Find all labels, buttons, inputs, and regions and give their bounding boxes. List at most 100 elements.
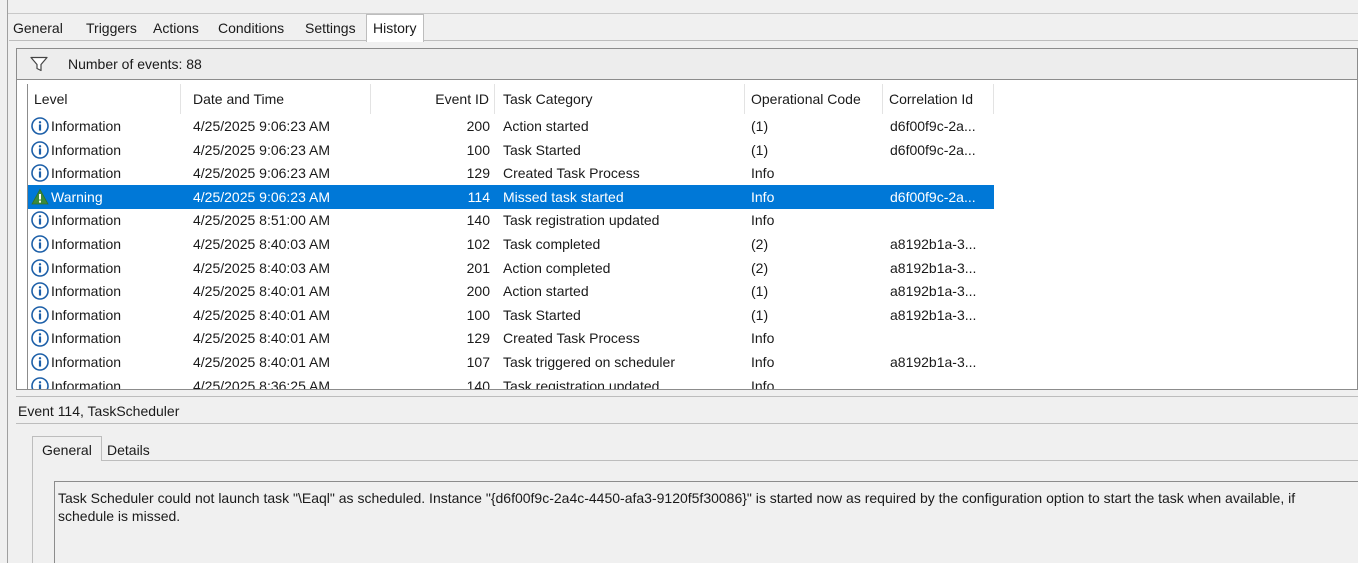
table-row[interactable]: Information 4/25/2025 8:40:01 AM 129 Create… [28, 326, 994, 350]
cell-correlation-id [890, 374, 994, 389]
cell-operational-code: Info [751, 188, 775, 205]
information-icon [31, 140, 49, 159]
column-header-level[interactable]: Level [28, 84, 181, 114]
cell-correlation-id: a8192b1a-3... [890, 259, 977, 276]
table-row[interactable]: Information 4/25/2025 8:40:01 AM 200 Action… [28, 279, 994, 303]
cell-task-category: Action started [503, 283, 589, 300]
column-header-correlation-id[interactable]: Correlation Id [883, 84, 994, 114]
information-icon [31, 305, 49, 324]
cell-date-time: 4/25/2025 9:06:23 AM [193, 118, 330, 134]
event-count-label: Number of events: 88 [68, 56, 202, 72]
cell-correlation-id: a8192b1a-3... [890, 306, 977, 323]
history-panel: Number of events: 88 Level Date and Time… [16, 48, 1358, 390]
table-row[interactable]: Warning 4/25/2025 9:06:23 AM 114 Missed tas… [28, 184, 994, 209]
warning-icon [31, 188, 49, 206]
tab-actions[interactable]: Actions [149, 17, 203, 41]
filter-funnel-icon[interactable] [30, 56, 48, 72]
event-message-text: Task Scheduler could not launch task "\E… [58, 490, 1296, 524]
cell-operational-code: Info [751, 377, 775, 389]
cell-operational-code: (1) [751, 306, 769, 323]
cell-event-id: 129 [466, 330, 490, 347]
event-detail-title: Event 114, TaskScheduler [18, 403, 180, 419]
cell-event-id: 140 [466, 212, 490, 229]
cell-event-id: 200 [466, 118, 490, 134]
table-row[interactable]: Information 4/25/2025 8:36:25 AM 140 Task r… [28, 374, 994, 389]
table-row[interactable]: Information 4/25/2025 9:06:23 AM 100 Task S… [28, 138, 994, 162]
cell-event-id: 107 [466, 354, 490, 370]
cell-date-time: 4/25/2025 8:40:01 AM [193, 354, 330, 370]
tab-general[interactable]: General [9, 17, 67, 41]
cell-event-id: 140 [466, 377, 490, 389]
table-row[interactable]: Information 4/25/2025 8:40:03 AM 102 Task c… [28, 232, 994, 256]
information-icon [31, 211, 49, 230]
window-left-edge [0, 0, 8, 563]
cell-date-time: 4/25/2025 8:36:25 AM [193, 377, 330, 389]
cell-event-id: 201 [466, 259, 490, 276]
column-header-task-category[interactable]: Task Category [495, 84, 745, 114]
cell-task-category: Action completed [503, 259, 611, 276]
table-row[interactable]: Information 4/25/2025 8:40:01 AM 100 Task S… [28, 303, 994, 327]
filter-bar: Number of events: 88 [17, 49, 1357, 80]
cell-event-id: 100 [466, 141, 490, 158]
cell-level: Information [51, 165, 122, 182]
information-icon [31, 353, 49, 371]
event-detail-pane: Task Scheduler could not launch task "\E… [32, 461, 1358, 563]
cell-date-time: 4/25/2025 8:40:03 AM [193, 259, 330, 276]
event-message-box[interactable]: Task Scheduler could not launch task "\E… [54, 481, 1358, 563]
cell-task-category: Task Started [503, 141, 581, 158]
cell-level: Information [51, 354, 122, 370]
event-detail-tabstrip: General Details [32, 436, 1358, 462]
cell-correlation-id [890, 326, 994, 350]
information-icon [31, 164, 49, 182]
properties-tabstrip: General Triggers Actions Conditions Sett… [9, 14, 1358, 42]
table-row[interactable]: Information 4/25/2025 8:51:00 AM 140 Task r… [28, 208, 994, 232]
cell-level: Information [51, 259, 122, 276]
cell-task-category: Task completed [503, 236, 601, 252]
cell-operational-code: Info [751, 212, 775, 229]
table-header: Level Date and Time Event ID Task Catego… [28, 84, 1358, 114]
cell-level: Information [51, 330, 122, 347]
cell-level: Information [51, 306, 122, 323]
information-icon [31, 258, 49, 277]
column-header-event-id[interactable]: Event ID [371, 84, 495, 114]
cell-operational-code: (1) [751, 118, 769, 134]
cell-date-time: 4/25/2025 8:40:03 AM [193, 236, 330, 252]
tab-settings[interactable]: Settings [301, 17, 360, 41]
cell-task-category: Task registration updated [503, 377, 660, 389]
cell-date-time: 4/25/2025 9:06:23 AM [193, 188, 330, 205]
table-row[interactable]: Information 4/25/2025 9:06:23 AM 200 Action… [28, 114, 994, 138]
cell-task-category: Missed task started [503, 188, 624, 205]
cell-level: Information [51, 118, 122, 134]
cell-correlation-id: a8192b1a-3... [890, 236, 977, 252]
information-icon [31, 376, 49, 389]
cell-level: Information [51, 141, 122, 158]
cell-correlation-id: a8192b1a-3... [890, 283, 977, 300]
cell-date-time: 4/25/2025 8:40:01 AM [193, 283, 330, 300]
cell-level: Information [51, 283, 122, 300]
cell-correlation-id: a8192b1a-3... [890, 354, 977, 370]
table-row[interactable]: Information 4/25/2025 9:06:23 AM 129 Create… [28, 161, 994, 185]
cell-operational-code: Info [751, 354, 775, 370]
tab-triggers[interactable]: Triggers [82, 17, 141, 41]
cell-operational-code: (1) [751, 283, 769, 300]
cell-event-id: 129 [466, 165, 490, 182]
table-row[interactable]: Information 4/25/2025 8:40:01 AM 107 Task t… [28, 350, 994, 374]
table-row[interactable]: Information 4/25/2025 8:40:03 AM 201 Action… [28, 256, 994, 280]
information-icon [31, 329, 49, 348]
detail-tab-details[interactable]: Details [103, 440, 154, 461]
cell-level: Information [51, 212, 122, 229]
cell-date-time: 4/25/2025 8:40:01 AM [193, 306, 330, 323]
cell-event-id: 114 [467, 188, 490, 205]
cell-correlation-id: d6f00f9c-2a... [890, 188, 976, 205]
column-header-operational-code[interactable]: Operational Code [745, 84, 883, 114]
tab-history[interactable]: History [366, 14, 424, 42]
cell-level: Information [51, 236, 122, 252]
cell-date-time: 4/25/2025 8:51:00 AM [193, 212, 330, 229]
column-header-date-time[interactable]: Date and Time [181, 84, 371, 114]
detail-tab-general[interactable]: General [32, 436, 102, 462]
tab-conditions[interactable]: Conditions [214, 17, 288, 41]
cell-task-category: Task registration updated [503, 212, 660, 229]
cell-task-category: Task Started [503, 306, 581, 323]
cell-correlation-id: d6f00f9c-2a... [890, 118, 976, 134]
cell-correlation-id [890, 208, 994, 232]
